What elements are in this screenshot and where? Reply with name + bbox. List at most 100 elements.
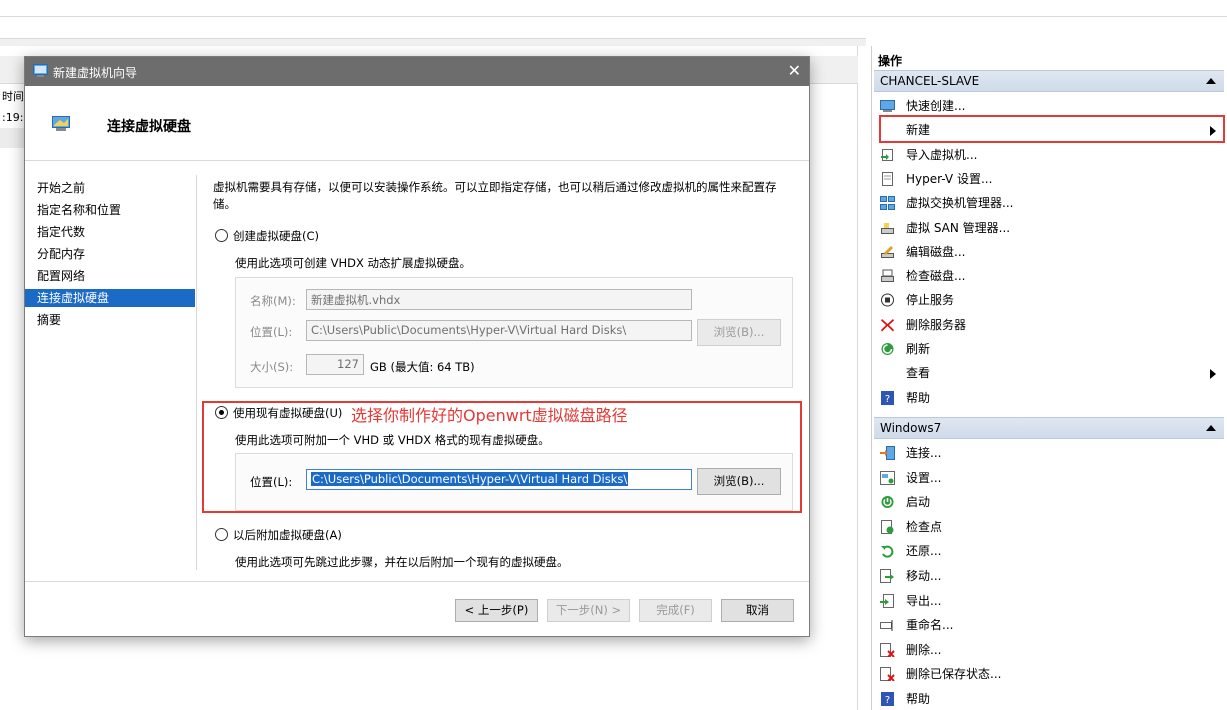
action-item-stop-service[interactable]: 停止服务: [874, 289, 1224, 311]
attach-later-desc: 使用此选项可先跳过此步骤，并在以后附加一个现有的虚拟硬盘。: [235, 555, 569, 569]
action-item-delete-server[interactable]: 删除服务器: [874, 314, 1224, 336]
nav-item-summary[interactable]: 摘要: [25, 311, 195, 329]
dialog-title: 新建虚拟机向导: [53, 66, 138, 80]
action-item-quick-create[interactable]: 快速创建...: [874, 95, 1224, 117]
delete-icon: [880, 642, 895, 657]
start-icon: [881, 496, 894, 509]
disk-location-field[interactable]: C:\Users\Public\Documents\Hyper-V\Virtua…: [306, 320, 692, 341]
action-item-label: 移动...: [906, 569, 942, 583]
action-item-label: 导入虚拟机...: [906, 147, 978, 162]
action-item-settings-page[interactable]: Hyper-V 设置...: [874, 168, 1224, 190]
help-icon: ?: [881, 390, 894, 405]
action-item-label: 重命名...: [906, 618, 954, 633]
radio-create-disk-label[interactable]: 创建虚拟硬盘(C): [233, 228, 319, 244]
action-item-inspect-disk[interactable]: 检查磁盘...: [874, 265, 1224, 287]
action-item-help[interactable]: ? 帮助: [874, 688, 1224, 710]
action-item-refresh[interactable]: 刷新: [874, 338, 1224, 360]
prev-button[interactable]: < 上一步(P): [455, 599, 538, 622]
section-server[interactable]: CHANCEL-SLAVE: [874, 70, 1224, 92]
browse-button-disabled[interactable]: 浏览(B)...: [697, 319, 781, 346]
close-icon[interactable]: ✕: [788, 61, 801, 80]
nav-divider: [196, 175, 197, 570]
action-item-label: 导出...: [906, 593, 942, 608]
dialog-header: 连接虚拟硬盘: [25, 86, 809, 161]
action-item-export[interactable]: 导出...: [874, 590, 1224, 612]
section-vm[interactable]: Windows7: [874, 417, 1224, 439]
action-item-switch-manager[interactable]: 虚拟交换机管理器...: [874, 192, 1224, 214]
disk-name-label: 名称(M):: [250, 294, 296, 308]
delete-server-icon: [881, 318, 894, 332]
action-item-delete[interactable]: 删除...: [874, 639, 1224, 661]
action-item-checkpoint[interactable]: 检查点: [874, 516, 1224, 538]
action-item-label: 虚拟 SAN 管理器...: [906, 220, 1011, 235]
new-item-highlight: [879, 115, 1225, 143]
action-item-move[interactable]: 移动...: [874, 565, 1224, 587]
action-item-label: 帮助: [906, 390, 931, 405]
finish-button[interactable]: 完成(F): [639, 599, 712, 622]
action-item-label: 检查磁盘...: [906, 269, 966, 284]
delete-saved-state-icon: [880, 667, 895, 682]
next-button[interactable]: 下一步(N) >: [547, 599, 630, 622]
disk-size-label: 大小(S):: [250, 360, 294, 374]
action-item-label: 查看: [906, 366, 931, 381]
action-item-edit-disk[interactable]: 编辑磁盘...: [874, 241, 1224, 263]
wizard-content: 虚拟机需要具有存储，以便可以安装操作系统。可以立即指定存储，也可以稍后通过修改虚…: [213, 161, 803, 581]
radio-attach-later-label[interactable]: 以后附加虚拟硬盘(A): [233, 527, 342, 543]
action-item-revert[interactable]: 还原...: [874, 540, 1224, 562]
dialog-titlebar[interactable]: 新建虚拟机向导 ✕: [25, 57, 809, 86]
action-item-connect[interactable]: 连接...: [874, 442, 1224, 464]
action-item-rename[interactable]: 重命名...: [874, 614, 1224, 636]
revert-icon: [881, 546, 894, 559]
inspect-disk-icon: [881, 269, 894, 283]
radio-create-disk[interactable]: [215, 229, 228, 242]
action-item-label: 刷新: [906, 342, 931, 356]
import-vm-icon: [881, 148, 893, 161]
action-item-san-manager[interactable]: 虚拟 SAN 管理器...: [874, 217, 1224, 239]
action-item-label: 停止服务: [906, 293, 955, 308]
help-icon: ?: [881, 692, 894, 706]
intro-text: 虚拟机需要具有存储，以便可以安装操作系统。可以立即指定存储，也可以稍后通过修改虚…: [213, 180, 777, 211]
vm-settings-icon: [880, 470, 895, 485]
wizard-icon: [33, 64, 48, 77]
nav-item-before-you-begin[interactable]: 开始之前: [25, 179, 195, 197]
svg-text:?: ?: [885, 695, 890, 706]
list-cell-time: :19:: [2, 111, 24, 124]
action-item-help[interactable]: ? 帮助: [874, 387, 1224, 409]
rename-icon: [880, 620, 893, 632]
action-item-label: 删除服务器: [906, 317, 967, 332]
action-item-label: 检查点: [906, 519, 943, 534]
action-item-start[interactable]: 启动: [874, 491, 1224, 513]
radio-attach-later[interactable]: [215, 528, 228, 541]
disk-location-label: 位置(L):: [250, 325, 293, 339]
wizard-nav: 开始之前 指定名称和位置 指定代数 分配内存 配置网络 连接虚拟硬盘 摘要: [25, 161, 197, 581]
list-column-time[interactable]: 时间: [2, 88, 24, 104]
stop-service-icon: [881, 293, 894, 307]
toolbar-strip: [0, 38, 866, 46]
submenu-arrow-icon: [1210, 369, 1216, 380]
disk-name-field[interactable]: 新建虚拟机.vhdx: [306, 289, 692, 310]
edit-disk-icon: [881, 245, 894, 258]
new-vm-wizard-dialog: 新建虚拟机向导 ✕ 连接虚拟硬盘 开始之前 指定名称和位置 指定代数 分配内存 …: [24, 56, 810, 637]
disk-size-unit: GB (最大值: 64 TB): [370, 360, 475, 374]
collapse-icon[interactable]: [1206, 425, 1216, 431]
cancel-button[interactable]: 取消: [721, 599, 794, 622]
action-item-delete-saved-state[interactable]: 删除已保存状态...: [874, 663, 1224, 685]
move-icon: [880, 569, 894, 583]
action-item-label: 删除...: [906, 642, 942, 657]
action-item-label: 删除已保存状态...: [906, 667, 1002, 682]
nav-item-generation[interactable]: 指定代数: [25, 223, 195, 241]
collapse-icon[interactable]: [1206, 78, 1216, 84]
nav-item-memory[interactable]: 分配内存: [25, 245, 195, 263]
nav-item-connect-disk[interactable]: 连接虚拟硬盘: [25, 289, 195, 307]
create-disk-group: 名称(M): 新建虚拟机.vhdx 位置(L): C:\Users\Public…: [235, 277, 793, 388]
action-item-import-vm[interactable]: 导入虚拟机...: [874, 144, 1224, 166]
action-item-vm-settings[interactable]: 设置...: [874, 467, 1224, 489]
disk-size-field[interactable]: 127: [306, 354, 364, 375]
action-item-submenu-11[interactable]: 查看: [874, 362, 1224, 384]
nav-item-network[interactable]: 配置网络: [25, 267, 195, 285]
section-vm-label: Windows7: [880, 421, 942, 435]
footer-divider: [25, 581, 809, 582]
export-icon: [880, 593, 894, 608]
nav-item-name-location[interactable]: 指定名称和位置: [25, 201, 195, 219]
action-item-label: 设置...: [906, 470, 942, 485]
